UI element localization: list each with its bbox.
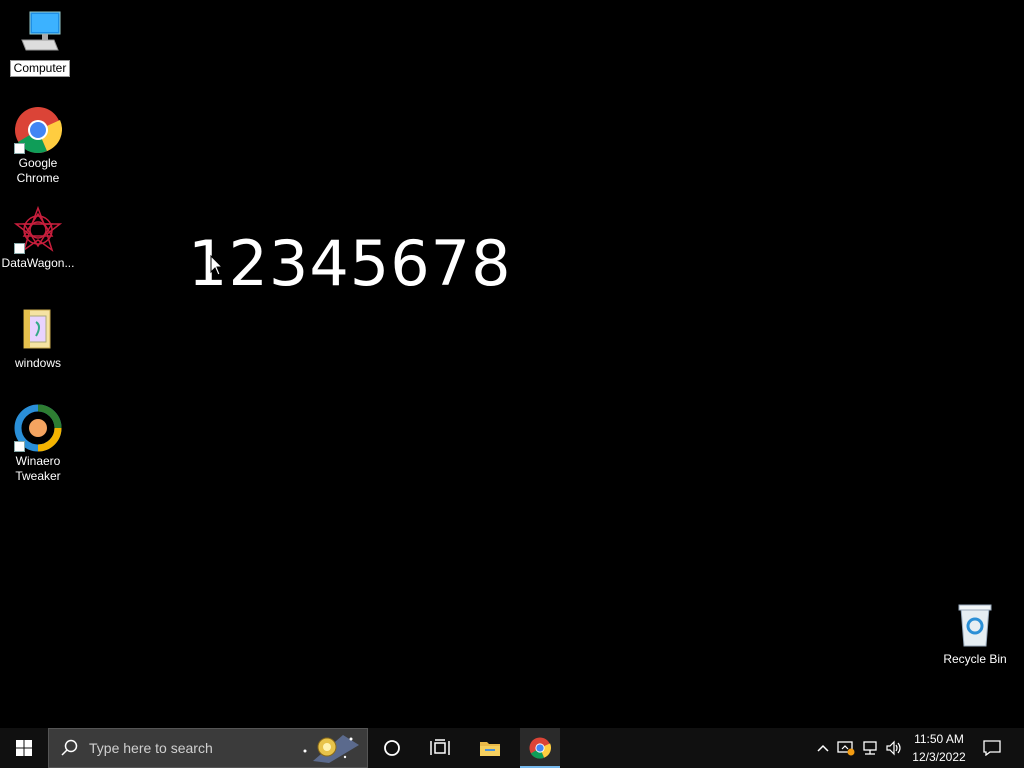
computer-icon <box>16 10 64 58</box>
taskbar-chrome-icon-wrap[interactable] <box>520 728 560 768</box>
notification-icon <box>983 740 1001 756</box>
clock-time: 11:50 AM <box>914 732 964 746</box>
desktop-icon-winaero-tweaker[interactable]: Winaero Tweaker <box>0 404 76 484</box>
action-center-button[interactable] <box>982 738 1002 758</box>
file-explorer-icon <box>480 742 500 756</box>
start-icon <box>16 740 32 756</box>
datawagon-icon <box>13 205 63 254</box>
desktop-large-text: 12345678 <box>188 227 512 300</box>
tray-volume-button[interactable] <box>884 738 904 758</box>
search-placeholder: Type here to search <box>89 740 213 756</box>
chrome-icon <box>14 106 63 154</box>
desktop-icon-recycle-bin[interactable]: Recycle Bin <box>937 602 1013 667</box>
desktop-icon-google-chrome[interactable]: Google Chrome <box>0 106 76 186</box>
volume-icon <box>886 740 901 756</box>
taskbar-clock[interactable]: 11:50 AM 12/3/2022 <box>906 730 972 766</box>
shortcut-arrow-icon <box>14 243 25 254</box>
search-icon <box>61 739 78 756</box>
desktop-icon-label: Winaero Tweaker <box>15 454 61 483</box>
folder-icon <box>14 306 62 354</box>
recycle-bin-icon <box>951 602 999 650</box>
show-hidden-icons-button[interactable] <box>813 738 833 758</box>
taskbar: Type here to search 11:50 AM 12/3/2022 <box>0 728 1024 768</box>
file-explorer-button[interactable] <box>470 728 510 768</box>
chrome-icon <box>529 737 551 759</box>
desktop-icon-label: DataWagon... <box>1 256 75 270</box>
taskbar-search-box[interactable]: Type here to search <box>48 728 368 768</box>
desktop-icon-label: windows <box>14 356 62 370</box>
cortana-button[interactable] <box>372 728 412 768</box>
search-highlight-icon <box>303 735 359 763</box>
clock-date: 12/3/2022 <box>912 750 966 764</box>
chevron-up-icon <box>817 744 829 752</box>
shortcut-arrow-icon <box>14 143 25 154</box>
desktop-icon-label: Recycle Bin <box>943 652 1007 666</box>
desktop-icon-windows-folder[interactable]: windows <box>0 306 76 371</box>
desktop-icon-label-edit[interactable]: Computer <box>9 60 71 77</box>
desktop-icon-computer[interactable]: Computer <box>2 10 78 77</box>
cortana-icon <box>384 740 400 756</box>
tray-network-button[interactable] <box>860 738 880 758</box>
desktop-icon-datawagon[interactable]: DataWagon... <box>0 205 76 271</box>
desktop: Computer Google Chrome DataWagon... wind… <box>0 0 1024 728</box>
task-view-icon <box>430 739 450 755</box>
start-button[interactable] <box>0 728 48 768</box>
network-icon <box>863 741 877 755</box>
network-security-icon <box>837 741 855 756</box>
mouse-cursor-icon <box>210 254 224 277</box>
winaero-tweaker-icon <box>14 404 62 452</box>
tray-network-security-button[interactable] <box>836 738 856 758</box>
task-view-button[interactable] <box>420 728 460 768</box>
shortcut-arrow-icon <box>14 441 25 452</box>
desktop-icon-label: Google Chrome <box>16 156 60 185</box>
